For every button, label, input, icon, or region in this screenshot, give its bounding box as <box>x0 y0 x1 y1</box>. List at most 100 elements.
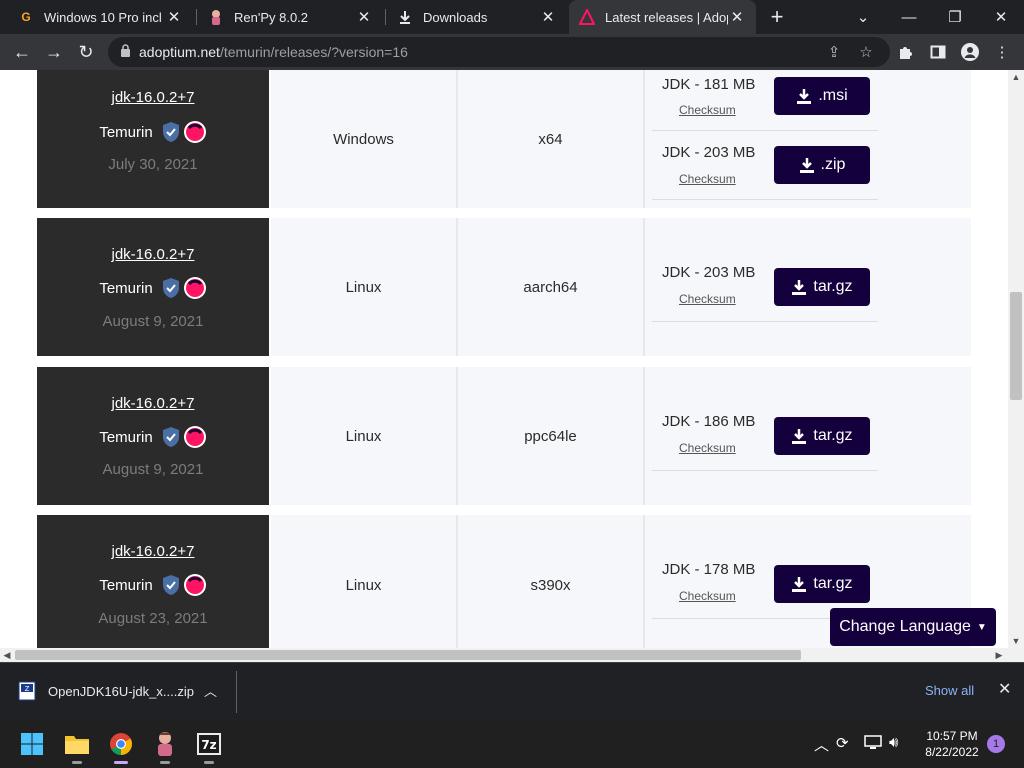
os-cell: Windows <box>271 70 456 208</box>
clock-date: 8/22/2022 <box>925 745 979 759</box>
url-path: /temurin/releases/?version=16 <box>219 44 408 60</box>
active-indicator <box>114 761 128 764</box>
vertical-scrollbar[interactable]: ▲ ▼ <box>1008 70 1024 648</box>
download-zip-button[interactable]: .zip <box>774 146 870 184</box>
g-favicon-icon: G <box>21 10 31 24</box>
package-entry: JDK - 203 MB Checksum .zip <box>652 132 878 200</box>
close-window-icon[interactable]: ✕ <box>978 0 1024 34</box>
tab-separator <box>196 9 197 25</box>
scrollbar-corner <box>1008 648 1024 662</box>
tab-adoptium[interactable]: Latest releases | Adopt ✕ <box>569 0 756 34</box>
file-explorer-icon[interactable] <box>63 730 91 764</box>
download-icon <box>792 429 807 444</box>
tab-title: Windows 10 Pro incl Of <box>44 9 165 25</box>
volume-icon[interactable]: 🔊︎ <box>889 734 898 751</box>
verified-shield-icon <box>162 122 179 142</box>
menu-kebab-icon[interactable]: ⋮ <box>992 42 1012 62</box>
running-indicator <box>160 761 170 764</box>
release-name-cell: jdk-16.0.2+7 Temurin August 9, 2021 <box>37 218 269 356</box>
horizontal-scrollbar[interactable]: ◀ ▶ <box>0 648 1008 662</box>
eclipse-badge-icon <box>183 426 206 448</box>
forward-arrow-icon[interactable]: → <box>42 40 66 64</box>
scroll-up-arrow-icon[interactable]: ▲ <box>1008 70 1024 84</box>
svg-text:7z: 7z <box>201 738 216 752</box>
download-bar: Z OpenJDK16U-jdk_x....zip ︿ Show all ✕ <box>0 662 1024 720</box>
tab-strip: G Windows 10 Pro incl Of ✕ Ren'Py 8.0.2 … <box>0 0 1024 34</box>
download-filename: OpenJDK16U-jdk_x....zip <box>48 683 194 699</box>
release-version-link[interactable]: jdk-16.0.2+7 <box>37 89 269 106</box>
network-icon[interactable] <box>864 734 882 754</box>
profile-avatar-icon[interactable] <box>960 42 980 62</box>
eclipse-badge-icon <box>183 277 206 299</box>
tray-overflow-chevron-icon[interactable]: ︿ <box>814 734 829 755</box>
checksum-link[interactable]: Checksum <box>679 441 736 455</box>
new-tab-button[interactable]: + <box>765 4 789 30</box>
minimize-icon[interactable]: — <box>886 0 932 34</box>
checksum-link[interactable]: Checksum <box>679 589 736 603</box>
horizontal-scroll-thumb[interactable] <box>15 650 801 660</box>
os-cell: Linux <box>271 367 456 505</box>
arch-cell: aarch64 <box>458 218 643 356</box>
package-divider <box>652 321 878 322</box>
arch-cell: x64 <box>458 70 643 208</box>
side-panel-icon[interactable] <box>928 42 948 62</box>
download-targz-button[interactable]: tar.gz <box>774 417 870 455</box>
close-tab-icon[interactable]: ✕ <box>728 8 746 26</box>
download-targz-button[interactable]: tar.gz <box>774 268 870 306</box>
renpy-app-icon[interactable] <box>151 730 179 764</box>
chrome-icon[interactable] <box>107 730 135 764</box>
page-content: jdk-16.0.2+7 Temurin July 30, 2021 Windo… <box>0 70 1008 648</box>
svg-text:Z: Z <box>25 685 30 693</box>
release-version-link[interactable]: jdk-16.0.2+7 <box>37 395 269 412</box>
7zip-icon[interactable]: 7z <box>195 730 223 764</box>
close-tab-icon[interactable]: ✕ <box>165 8 183 26</box>
tab-separator <box>385 9 386 25</box>
download-item[interactable]: Z OpenJDK16U-jdk_x....zip <box>18 681 194 701</box>
extensions-puzzle-icon[interactable] <box>896 42 916 62</box>
package-entry: JDK - 181 MB Checksum .msi <box>652 70 878 131</box>
notification-badge[interactable]: 1 <box>987 735 1005 753</box>
download-targz-button[interactable]: tar.gz <box>774 565 870 603</box>
reload-icon[interactable]: ↻ <box>74 40 98 64</box>
tab-search-chevron-icon[interactable]: ⌄ <box>840 0 886 34</box>
tab-downloads[interactable]: Downloads ✕ <box>387 0 567 34</box>
system-clock[interactable]: 10:57 PM 8/22/2022 <box>912 728 992 760</box>
checksum-link[interactable]: Checksum <box>679 103 736 117</box>
scroll-down-arrow-icon[interactable]: ▼ <box>1008 634 1024 648</box>
restore-icon[interactable]: ❐ <box>932 0 978 34</box>
vertical-scroll-thumb[interactable] <box>1010 292 1022 400</box>
share-icon[interactable]: ⇪ <box>824 42 844 62</box>
scroll-left-arrow-icon[interactable]: ◀ <box>0 648 14 662</box>
show-all-link[interactable]: Show all <box>925 683 974 698</box>
checksum-link[interactable]: Checksum <box>679 172 736 186</box>
download-button-label: tar.gz <box>813 278 853 295</box>
package-size: JDK - 186 MB <box>662 413 756 430</box>
chevron-up-icon[interactable]: ︿ <box>204 681 217 700</box>
package-divider <box>652 130 878 131</box>
sync-icon[interactable]: ⟳ <box>836 734 849 752</box>
close-tab-icon[interactable]: ✕ <box>355 8 373 26</box>
downloads-cell: JDK - 181 MB Checksum .msi JDK - 203 MB … <box>645 70 971 208</box>
download-button-label: .zip <box>820 156 846 173</box>
vendor-label: Temurin <box>37 573 269 597</box>
vendor-label: Temurin <box>37 120 269 144</box>
vendor-label: Temurin <box>37 276 269 300</box>
zip-file-icon: Z <box>18 681 36 701</box>
tab-renpy[interactable]: Ren'Py 8.0.2 ✕ <box>198 0 383 34</box>
tab-title: Latest releases | Adopt <box>605 9 728 25</box>
download-icon <box>792 280 807 295</box>
change-language-button[interactable]: Change Language ▼ <box>830 608 996 646</box>
back-arrow-icon[interactable]: ← <box>10 40 34 64</box>
release-version-link[interactable]: jdk-16.0.2+7 <box>37 543 269 560</box>
windows-start-icon[interactable] <box>18 730 46 758</box>
download-icon <box>799 158 814 173</box>
download-msi-button[interactable]: .msi <box>774 77 870 115</box>
release-version-link[interactable]: jdk-16.0.2+7 <box>37 246 269 263</box>
bookmark-star-icon[interactable]: ☆ <box>856 42 876 62</box>
checksum-link[interactable]: Checksum <box>679 292 736 306</box>
close-tab-icon[interactable]: ✕ <box>539 8 557 26</box>
address-bar[interactable]: adoptium.net/temurin/releases/?version=1… <box>108 37 890 67</box>
close-download-bar-icon[interactable]: ✕ <box>998 679 1011 699</box>
scroll-right-arrow-icon[interactable]: ▶ <box>992 648 1006 662</box>
tab-windows-10[interactable]: G Windows 10 Pro incl Of ✕ <box>8 0 193 34</box>
